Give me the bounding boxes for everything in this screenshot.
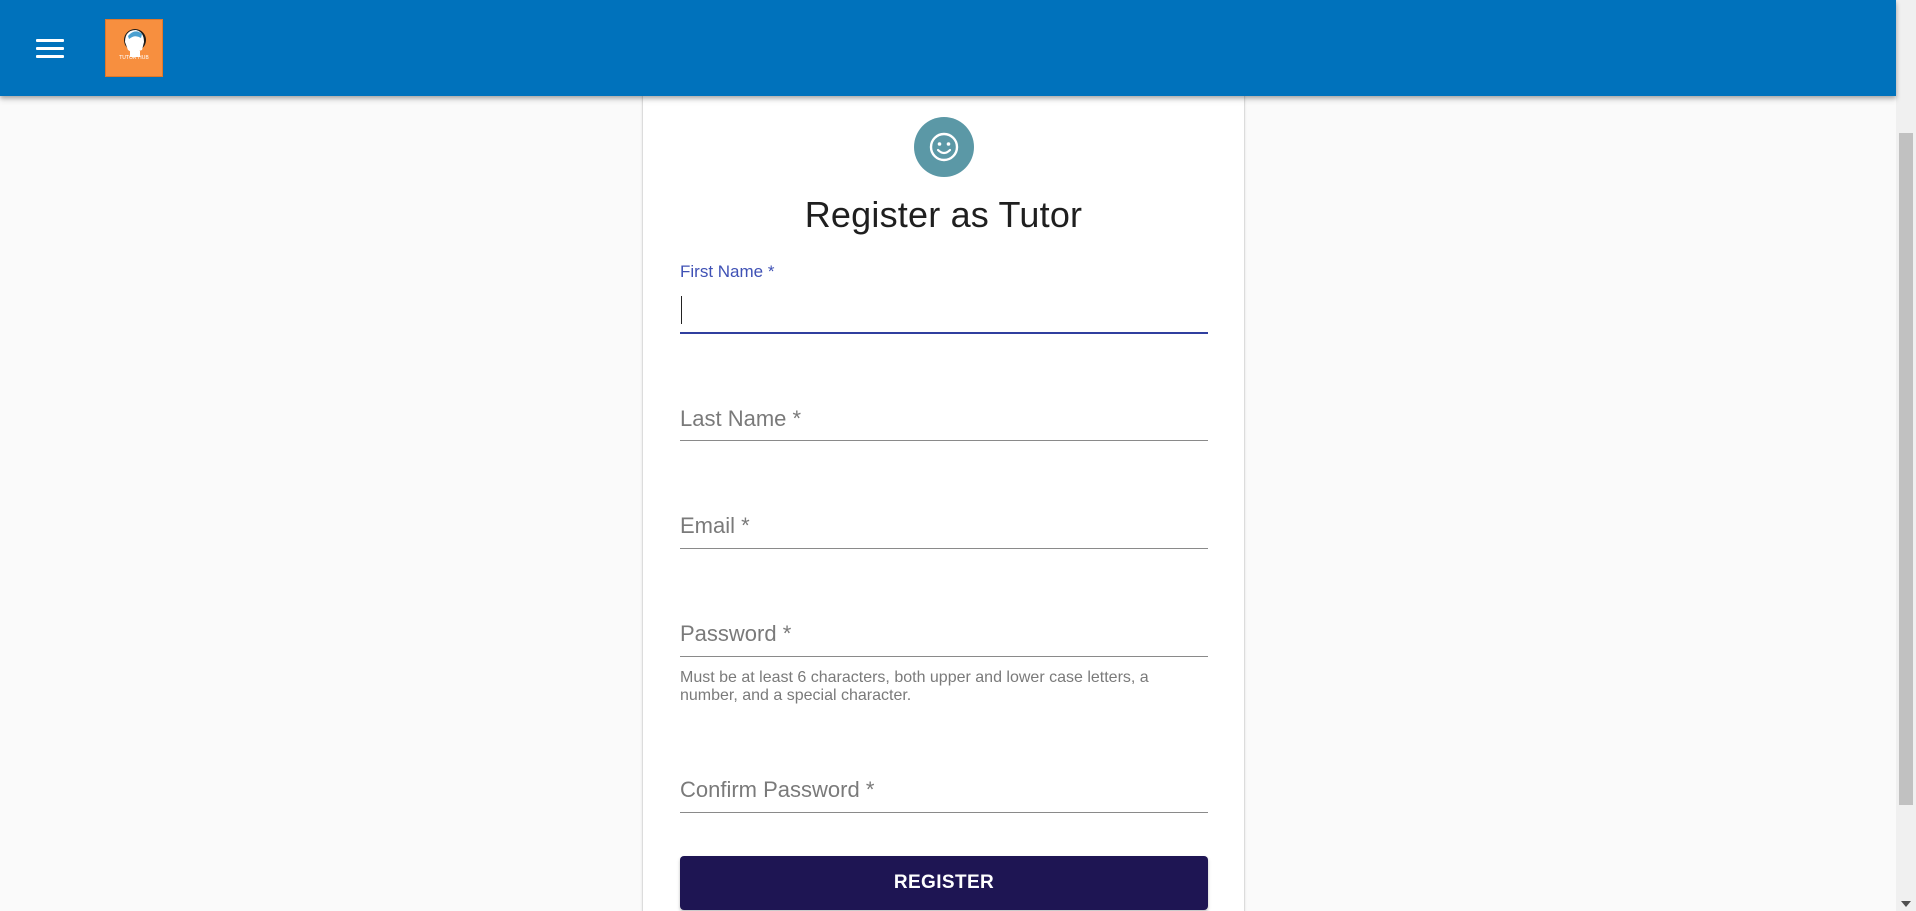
vertical-scrollbar[interactable] [1896, 0, 1916, 911]
password-helper-text: Must be at least 6 characters, both uppe… [680, 669, 1149, 704]
scrollbar-thumb[interactable] [1899, 133, 1913, 805]
last-name-underline [680, 440, 1208, 441]
page-title: Register as Tutor [804, 194, 1083, 235]
password-label: Password * [680, 621, 792, 646]
menu-icon-bar [36, 54, 64, 58]
avatar [914, 117, 974, 177]
password-field[interactable]: Password * [680, 615, 1208, 658]
register-button[interactable]: REGISTER [680, 856, 1208, 910]
smiley-face-icon [929, 132, 959, 162]
logo-text: TUTOR HUB [119, 55, 149, 61]
email-field[interactable]: Email * [680, 507, 1208, 550]
head-silhouette-icon [124, 29, 146, 57]
email-label: Email * [680, 513, 750, 538]
menu-icon [36, 38, 64, 42]
first-name-label: First Name * [680, 262, 775, 281]
confirm-password-underline [680, 812, 1208, 813]
first-name-underline [680, 332, 1208, 334]
text-cursor [681, 296, 682, 324]
email-underline [680, 548, 1208, 549]
first-name-field[interactable]: First Name * [680, 262, 1208, 336]
menu-icon-bar [36, 46, 64, 50]
app-bar: TUTOR HUB [0, 0, 1896, 96]
confirm-password-field[interactable]: Confirm Password * [680, 771, 1208, 814]
last-name-field[interactable]: Last Name * [680, 400, 1208, 442]
menu-button[interactable] [26, 26, 74, 70]
last-name-label: Last Name * [680, 406, 802, 431]
scroll-down-arrow-icon[interactable] [1901, 901, 1911, 907]
app-logo[interactable]: TUTOR HUB [105, 19, 163, 77]
password-underline [680, 656, 1208, 657]
confirm-password-label: Confirm Password * [680, 777, 875, 802]
